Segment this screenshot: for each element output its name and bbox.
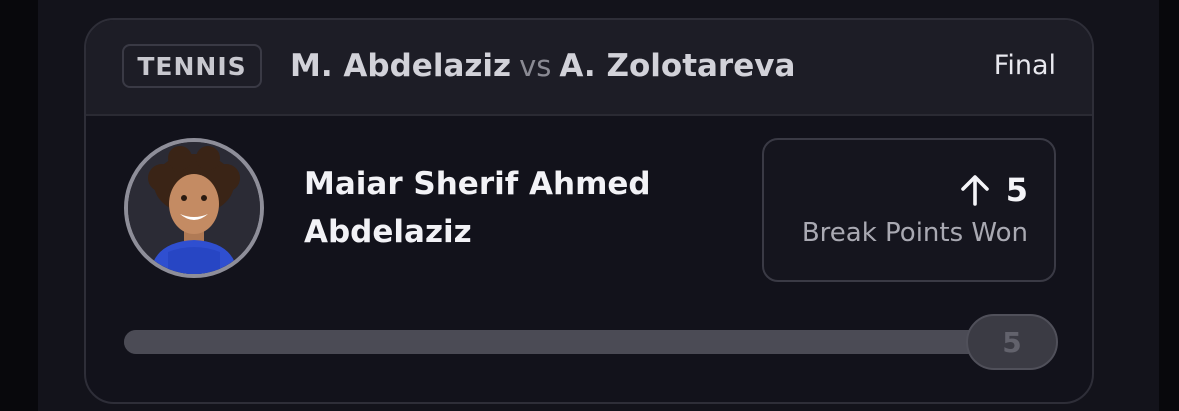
player-name-line2: Abdelaziz: [304, 214, 472, 250]
sport-badge: TENNIS: [122, 44, 262, 88]
match-status: Final: [993, 50, 1056, 81]
vs-label: vs: [519, 49, 552, 83]
page-right-margin: [1159, 0, 1179, 411]
player-photo-icon: [128, 142, 260, 274]
player-avatar[interactable]: [124, 138, 264, 278]
progress-track: [124, 330, 1024, 354]
player-stat-card[interactable]: TENNIS M. Abdelaziz vs A. Zolotareva Fin…: [84, 18, 1094, 404]
player-b-name: A. Zolotareva: [559, 48, 796, 84]
player-name-line1: Maiar Sherif Ahmed: [304, 166, 651, 202]
matchup-title[interactable]: M. Abdelaziz vs A. Zolotareva: [290, 46, 795, 86]
page-left-margin: [0, 0, 38, 411]
stat-label: Break Points Won: [801, 218, 1028, 248]
stat-value-row: 5: [958, 168, 1028, 212]
player-a-name: M. Abdelaziz: [290, 48, 512, 84]
card-header: TENNIS M. Abdelaziz vs A. Zolotareva Fin…: [86, 20, 1092, 116]
stat-box[interactable]: 5 Break Points Won: [762, 138, 1056, 282]
player-full-name[interactable]: Maiar Sherif Ahmed Abdelaziz: [304, 160, 684, 256]
progress-value-pill[interactable]: 5: [966, 314, 1058, 370]
progress-fill: [124, 330, 1024, 354]
arrow-up-icon: [960, 175, 989, 206]
stat-value: 5: [1005, 171, 1028, 209]
